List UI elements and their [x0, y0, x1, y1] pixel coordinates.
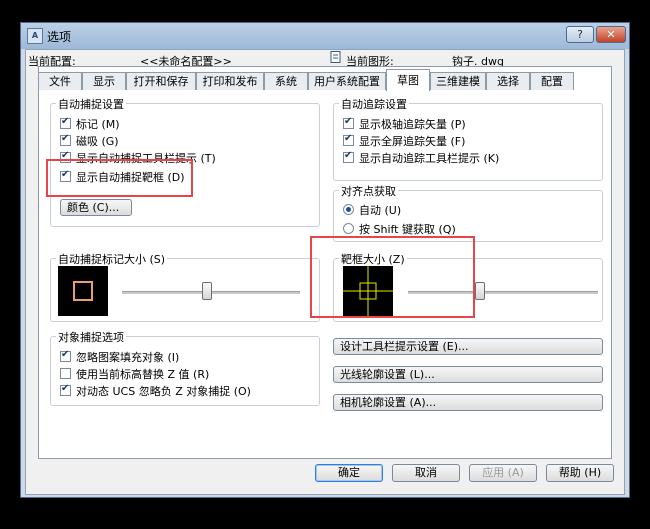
- title-bar: A 选项 ? ✕: [21, 23, 629, 49]
- ignore-negative-z-checkbox[interactable]: [60, 383, 71, 396]
- ok-button[interactable]: 确定: [315, 464, 383, 482]
- title-help-button[interactable]: ?: [566, 26, 594, 43]
- tab-display[interactable]: 显示: [82, 72, 126, 90]
- colors-button[interactable]: 颜色 (C)...: [60, 199, 132, 216]
- autocad-app-icon: A: [27, 28, 43, 44]
- marker-size-slider-thumb[interactable]: [202, 282, 213, 300]
- tab-profiles[interactable]: 配置: [530, 72, 574, 90]
- drafting-tooltip-settings-button[interactable]: 设计工具栏提示设置 (E)...: [333, 338, 603, 355]
- polar-tracking-checkbox[interactable]: [343, 116, 354, 129]
- tab-open-save[interactable]: 打开和保存: [126, 72, 196, 90]
- autotrack-tooltip-label: 显示自动追踪工具栏提示 (K): [359, 152, 500, 165]
- replace-z-checkbox[interactable]: [60, 368, 71, 379]
- fullscreen-tracking-label: 显示全屏追踪矢量 (F): [359, 135, 466, 148]
- drawing-file-icon: [330, 51, 342, 63]
- marker-label: 标记 (M): [76, 118, 120, 131]
- lights-glyph-settings-button[interactable]: 光线轮廓设置 (L)...: [333, 366, 603, 383]
- tab-drafting[interactable]: 草图: [386, 69, 430, 91]
- tab-files[interactable]: 文件: [38, 72, 82, 90]
- object-snap-options-title: 对象捕捉选项: [56, 329, 126, 345]
- autosnap-settings-title: 自动捕捉设置: [56, 96, 126, 112]
- help-button[interactable]: 帮助 (H): [546, 464, 614, 482]
- tab-selection[interactable]: 选择: [486, 72, 530, 90]
- shift-acquire-radio[interactable]: [343, 223, 354, 234]
- cancel-button[interactable]: 取消: [392, 464, 460, 482]
- tab-3d-modeling[interactable]: 三维建模: [430, 72, 486, 90]
- ignore-hatch-checkbox[interactable]: [60, 349, 71, 362]
- autotrack-tooltip-checkbox[interactable]: [343, 150, 354, 163]
- autotrack-settings-title: 自动追踪设置: [339, 96, 409, 112]
- auto-radio-label: 自动 (U): [359, 204, 402, 217]
- ignore-hatch-label: 忽略图案填充对象 (I): [76, 351, 180, 364]
- tab-plot-publish[interactable]: 打印和发布: [196, 72, 264, 90]
- shift-acquire-label: 按 Shift 键获取 (Q): [359, 223, 456, 236]
- polar-tracking-label: 显示极轴追踪矢量 (P): [359, 118, 466, 131]
- auto-radio[interactable]: [343, 204, 354, 215]
- window-title: 选项: [47, 30, 72, 44]
- marker-checkbox[interactable]: [60, 116, 71, 129]
- tab-user-preferences[interactable]: 用户系统配置: [308, 72, 386, 90]
- alignment-point-title: 对齐点获取: [339, 183, 398, 199]
- ignore-negative-z-label: 对动态 UCS 忽略负 Z 对象捕捉 (O): [76, 385, 251, 398]
- magnet-label: 磁吸 (G): [76, 135, 119, 148]
- apply-button[interactable]: 应用 (A): [469, 464, 537, 482]
- tab-strip: 文件 显示 打开和保存 打印和发布 系统 用户系统配置 草图 三维建模 选择 配…: [38, 69, 612, 91]
- marker-size-title: 自动捕捉标记大小 (S): [56, 251, 168, 267]
- replace-z-label: 使用当前标高替换 Z 值 (R): [76, 368, 210, 381]
- highlight-box-aperture-checkbox: [46, 159, 193, 197]
- aperture-size-slider-thumb[interactable]: [475, 282, 486, 300]
- magnet-checkbox[interactable]: [60, 133, 71, 146]
- tab-system[interactable]: 系统: [264, 72, 308, 90]
- close-button[interactable]: ✕: [596, 26, 626, 43]
- marker-size-preview: [58, 266, 108, 316]
- fullscreen-tracking-checkbox[interactable]: [343, 133, 354, 146]
- highlight-box-aperture-size: [310, 236, 475, 318]
- camera-glyph-settings-button[interactable]: 相机轮廓设置 (A)...: [333, 394, 603, 411]
